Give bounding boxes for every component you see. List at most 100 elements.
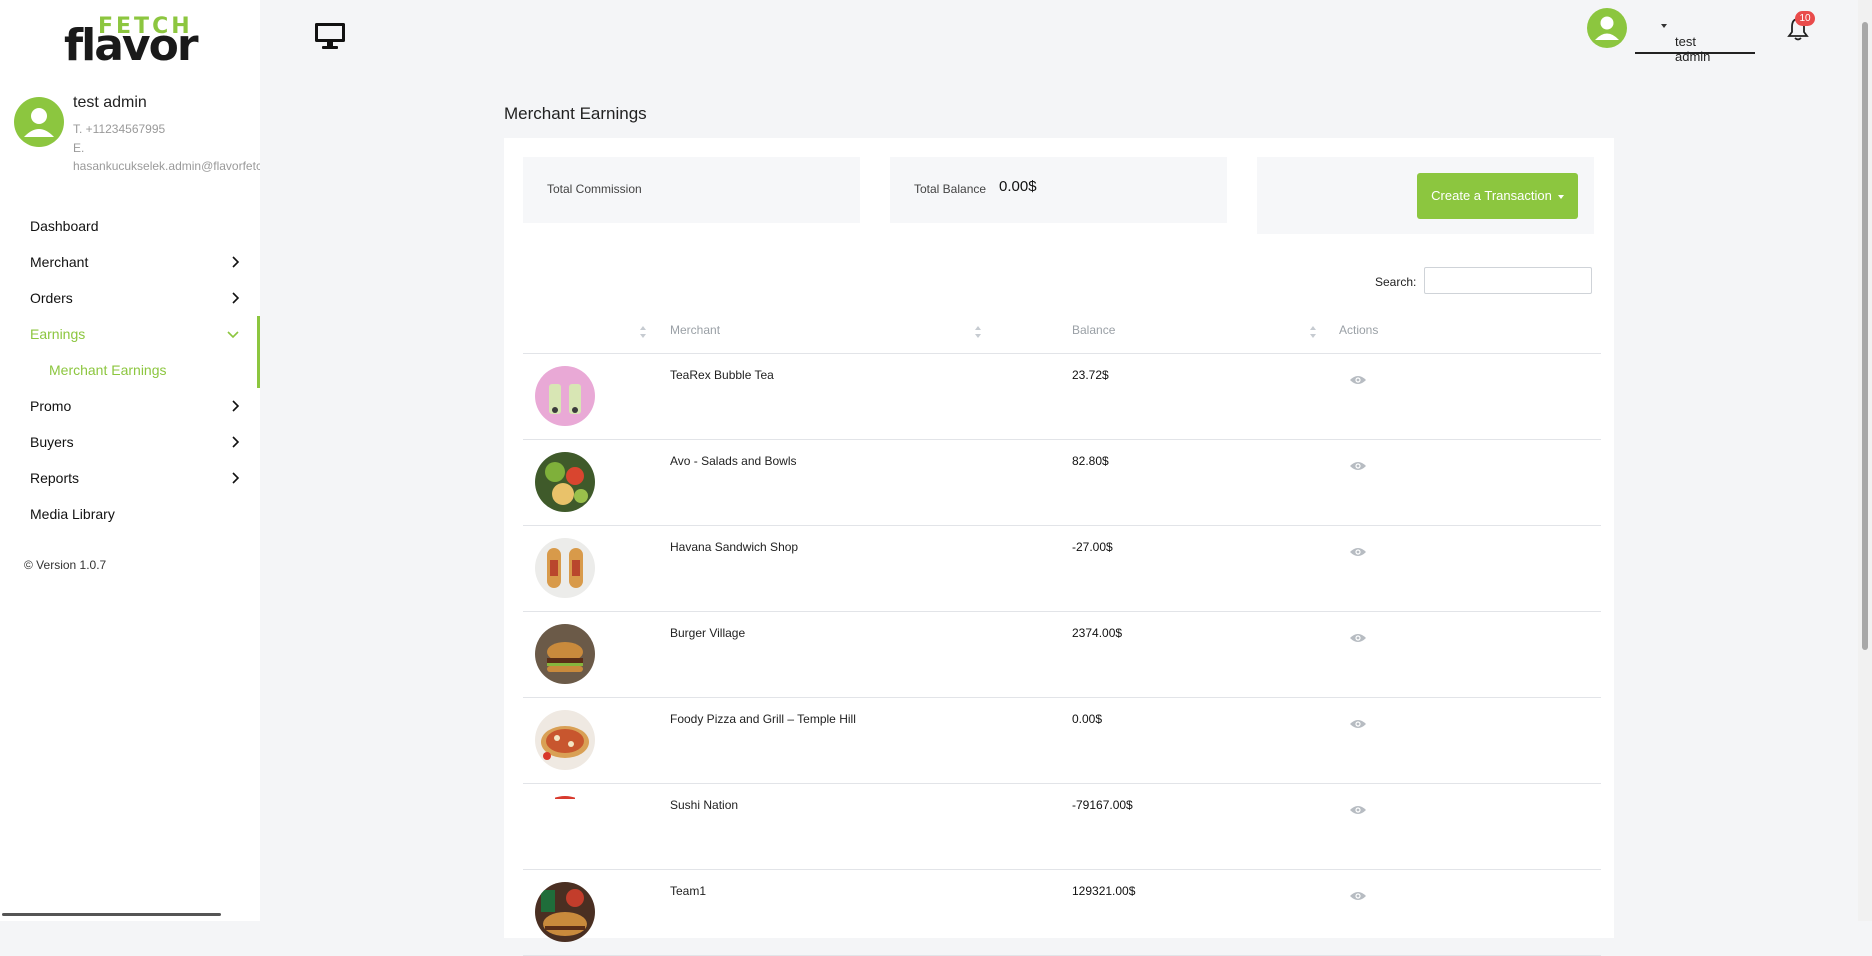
column-header-merchant[interactable]: Merchant xyxy=(670,323,720,337)
table-row: Avo - Salads and Bowls 82.80$ xyxy=(523,440,1601,526)
merchant-name: Foody Pizza and Grill – Temple Hill xyxy=(670,712,856,726)
sidebar-item-dashboard[interactable]: Dashboard xyxy=(0,208,260,244)
profile-avatar[interactable] xyxy=(14,97,64,147)
profile-name: test admin xyxy=(73,94,147,111)
sidebar-subitem-label: Merchant Earnings xyxy=(49,362,167,378)
total-balance-label: Total Balance xyxy=(914,182,987,196)
merchant-thumbnail-team1 xyxy=(535,882,595,942)
sort-icon[interactable] xyxy=(1309,325,1317,339)
top-user-avatar[interactable] xyxy=(1587,8,1627,48)
logo-flavor-text: flavor xyxy=(64,20,199,71)
sidebar-item-promo[interactable]: Promo xyxy=(0,388,260,424)
merchant-thumbnail-burger xyxy=(535,624,595,684)
view-eye-icon[interactable] xyxy=(1349,374,1367,386)
merchant-image xyxy=(535,452,595,512)
profile-email: hasankucukselek.admin@flavorfetch.com xyxy=(73,159,260,173)
table-row: Team1 129321.00$ xyxy=(523,870,1601,956)
view-eye-icon[interactable] xyxy=(1349,460,1367,472)
merchant-balance: 82.80$ xyxy=(1072,454,1109,468)
sidebar-item-reports[interactable]: Reports xyxy=(0,460,260,496)
table-row: Foody Pizza and Grill – Temple Hill 0.00… xyxy=(523,698,1601,784)
page-title: Merchant Earnings xyxy=(504,104,647,123)
merchant-name: Burger Village xyxy=(670,626,746,640)
sidebar-item-label: Orders xyxy=(30,290,73,306)
sidebar-nav: Dashboard Merchant Orders Earnings Merch… xyxy=(0,208,260,532)
table-row: Havana Sandwich Shop -27.00$ xyxy=(523,526,1601,612)
caret-down-icon xyxy=(1557,194,1564,199)
merchant-name: Team1 xyxy=(670,884,707,898)
sidebar-scrollbar[interactable] xyxy=(2,913,221,916)
view-eye-icon[interactable] xyxy=(1349,632,1367,644)
sidebar-item-merchant[interactable]: Merchant xyxy=(0,244,260,280)
earnings-card: Total Commission Total Balance 0.00$ Cre… xyxy=(504,138,1614,956)
chevron-right-icon xyxy=(232,436,240,448)
merchant-balance: 23.72$ xyxy=(1072,368,1109,382)
chevron-right-icon xyxy=(232,472,240,484)
version-label: © Version 1.0.7 xyxy=(24,558,107,572)
total-balance-box: Total Balance 0.00$ xyxy=(890,157,1227,223)
merchant-image xyxy=(535,882,595,942)
merchant-balance: 2374.00$ xyxy=(1072,626,1123,640)
create-transaction-button[interactable]: Create a Transaction xyxy=(1417,173,1578,219)
profile-phone: T. +11234567995 xyxy=(73,122,166,136)
sidebar-item-label: Dashboard xyxy=(30,218,99,234)
sidebar: FETCH flavor test admin T. +11234567995 … xyxy=(0,0,260,921)
merchant-image xyxy=(535,366,595,426)
search-label: Search: xyxy=(1375,275,1417,289)
merchant-balance: -27.00$ xyxy=(1072,540,1113,554)
view-eye-icon[interactable] xyxy=(1349,890,1367,902)
sidebar-item-label: Reports xyxy=(30,470,80,486)
merchant-name: Havana Sandwich Shop xyxy=(670,540,799,554)
column-header-balance[interactable]: Balance xyxy=(1072,323,1115,337)
merchant-balance: 0.00$ xyxy=(1072,712,1103,726)
merchant-name: Avo - Salads and Bowls xyxy=(670,454,797,468)
merchant-name: TeaRex Bubble Tea xyxy=(670,368,774,382)
chevron-right-icon xyxy=(232,292,240,304)
sidebar-subitem-merchant-earnings[interactable]: Merchant Earnings xyxy=(0,352,260,388)
view-eye-icon[interactable] xyxy=(1349,804,1367,816)
profile-email-prefix: E. xyxy=(73,141,85,155)
sort-icon[interactable] xyxy=(974,325,982,339)
view-eye-icon[interactable] xyxy=(1349,546,1367,558)
sidebar-item-label: Merchant xyxy=(30,254,89,270)
chevron-right-icon xyxy=(232,400,240,412)
merchant-image xyxy=(535,624,595,684)
transaction-action-box: Create a Transaction xyxy=(1257,157,1594,234)
table-row: Sushi Nation -79167.00$ xyxy=(523,784,1601,870)
fetch-flavor-logo[interactable]: FETCH flavor xyxy=(64,14,199,71)
sidebar-item-earnings[interactable]: Earnings xyxy=(0,316,260,352)
total-balance-value: 0.00$ xyxy=(999,178,1037,195)
chevron-down-icon xyxy=(227,331,239,339)
merchant-thumbnail-sandwich xyxy=(535,538,595,598)
user-icon xyxy=(1595,16,1619,40)
total-commission-box: Total Commission xyxy=(523,157,860,223)
merchant-image xyxy=(555,796,575,799)
sidebar-item-label: Media Library xyxy=(30,506,115,522)
merchant-thumbnail-salad xyxy=(535,452,595,512)
page-scrollbar-thumb[interactable] xyxy=(1862,22,1868,650)
chevron-right-icon xyxy=(232,256,240,268)
search-input[interactable] xyxy=(1424,267,1592,294)
merchant-image xyxy=(535,538,595,598)
total-commission-label: Total Commission xyxy=(547,182,642,196)
merchant-name: Sushi Nation xyxy=(670,798,739,812)
sidebar-item-label: Earnings xyxy=(30,326,86,342)
merchant-thumbnail-bubble-tea xyxy=(535,366,595,426)
view-eye-icon[interactable] xyxy=(1349,718,1367,730)
table-header-row: Merchant Balance Actions xyxy=(523,310,1601,354)
sidebar-item-orders[interactable]: Orders xyxy=(0,280,260,316)
sidebar-item-label: Buyers xyxy=(30,434,74,450)
merchant-earnings-table: Merchant Balance Actions TeaRex Bubble T… xyxy=(523,310,1601,956)
desktop-monitor-icon[interactable] xyxy=(314,22,346,50)
user-menu-dropdown[interactable]: test admin xyxy=(1635,0,1755,64)
sidebar-item-label: Promo xyxy=(30,398,72,414)
column-header-actions: Actions xyxy=(1339,323,1379,337)
create-transaction-label: Create a Transaction xyxy=(1431,188,1552,203)
merchant-balance: -79167.00$ xyxy=(1072,798,1133,812)
merchant-balance: 129321.00$ xyxy=(1072,884,1136,898)
sidebar-item-media-library[interactable]: Media Library xyxy=(0,496,260,532)
user-menu-label: test admin xyxy=(1675,34,1711,64)
merchant-thumbnail-pizza xyxy=(535,710,595,770)
sidebar-item-buyers[interactable]: Buyers xyxy=(0,424,260,460)
sort-icon[interactable] xyxy=(639,325,647,339)
